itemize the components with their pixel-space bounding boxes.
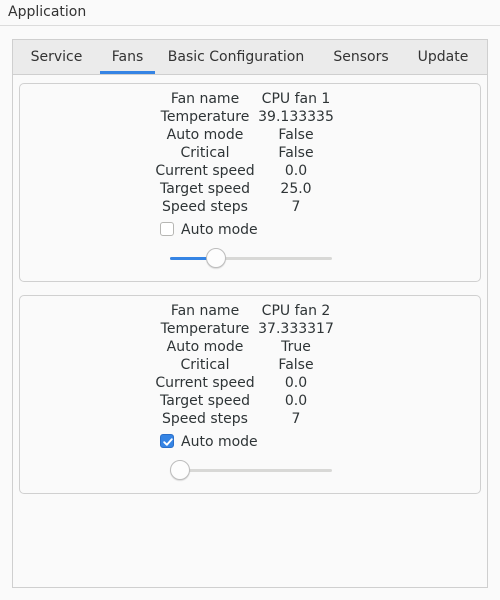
fan-notebook: Service Fans Basic Configuration Sensors…	[12, 39, 488, 588]
fan-speed-slider[interactable]	[170, 459, 332, 481]
info-value: CPU fan 1	[261, 91, 331, 107]
info-value: 0.0	[284, 393, 308, 409]
tab-service[interactable]: Service	[23, 40, 90, 74]
tab-fans[interactable]: Fans	[100, 40, 155, 74]
info-value: False	[278, 357, 314, 373]
info-row: Target speed 0.0	[20, 392, 480, 410]
info-row: Temperature 37.333317	[20, 320, 480, 338]
tab-bar: Service Fans Basic Configuration Sensors…	[13, 40, 487, 75]
info-row: Current speed 0.0	[20, 374, 480, 392]
fan-speed-slider[interactable]	[170, 247, 332, 269]
info-row: Current speed 0.0	[20, 162, 480, 180]
info-row: Speed steps 7	[20, 198, 480, 216]
info-row: Auto mode True	[20, 338, 480, 356]
tab-basic-configuration[interactable]: Basic Configuration	[165, 40, 307, 74]
slider-knob[interactable]	[205, 248, 226, 268]
auto-mode-label: Auto mode	[181, 434, 258, 450]
info-value: 25.0	[280, 181, 312, 197]
slider-trough	[170, 469, 332, 472]
info-value: 37.333317	[258, 321, 334, 337]
info-value: False	[278, 145, 314, 161]
info-value: True	[281, 339, 311, 355]
info-value: False	[278, 127, 314, 143]
info-row: Critical False	[20, 144, 480, 162]
tab-update[interactable]: Update	[409, 40, 477, 74]
info-value: 0.0	[284, 375, 308, 391]
checkbox-box[interactable]	[160, 434, 174, 448]
info-value: 7	[291, 199, 301, 215]
window-title: Application	[8, 4, 87, 20]
tab-sensors[interactable]: Sensors	[325, 40, 397, 74]
info-value: 39.133335	[258, 109, 334, 125]
auto-mode-label: Auto mode	[181, 222, 258, 238]
title-bar: Application	[0, 0, 500, 26]
info-row: Temperature 39.133335	[20, 108, 480, 126]
slider-knob[interactable]	[170, 460, 190, 480]
fan-panel-1: Fan name CPU fan 1 Temperature 39.133335…	[19, 83, 481, 282]
info-row: Critical False	[20, 356, 480, 374]
checkbox-box[interactable]	[160, 222, 174, 236]
fan-panel-2: Fan name CPU fan 2 Temperature 37.333317…	[19, 295, 481, 494]
info-row: Speed steps 7	[20, 410, 480, 428]
info-value: 7	[291, 411, 301, 427]
info-row: Fan name CPU fan 2	[20, 302, 480, 320]
info-row: Target speed 25.0	[20, 180, 480, 198]
info-row: Auto mode False	[20, 126, 480, 144]
info-value: CPU fan 2	[261, 303, 331, 319]
info-value: 0.0	[284, 163, 308, 179]
checkmark-icon	[163, 438, 173, 446]
info-row: Fan name CPU fan 1	[20, 90, 480, 108]
